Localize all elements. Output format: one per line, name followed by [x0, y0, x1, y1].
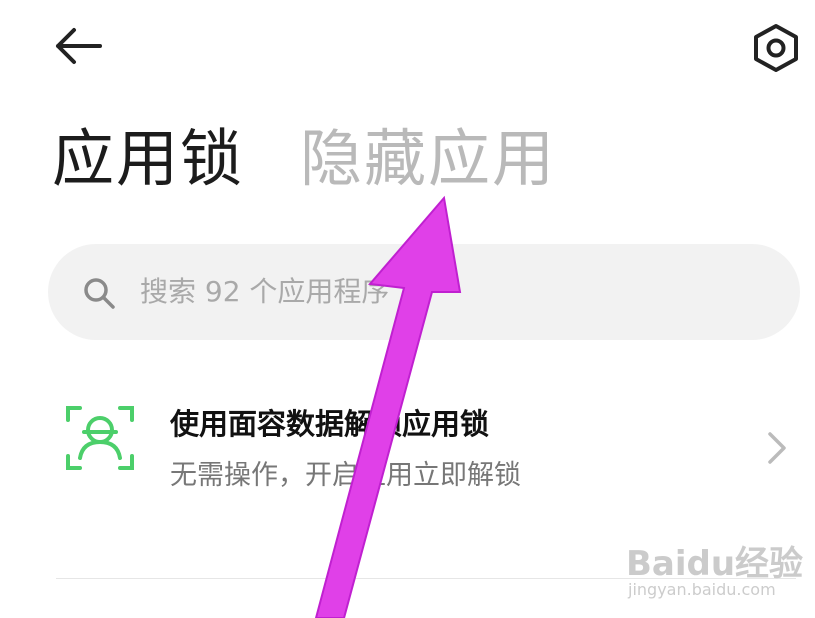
chevron-right-icon — [768, 432, 786, 464]
hexagon-gear-icon — [754, 24, 798, 72]
back-button[interactable] — [50, 24, 106, 68]
settings-button[interactable] — [748, 22, 804, 74]
face-unlock-subtitle: 无需操作，开启应用立即解锁 — [170, 460, 521, 491]
face-scan-icon — [66, 406, 134, 470]
watermark-url: jingyan.baidu.com — [628, 580, 776, 599]
search-input[interactable]: 搜索 92 个应用程序 — [48, 244, 800, 340]
tab-app-lock[interactable]: 应用锁 — [52, 118, 244, 200]
watermark: Baidu经验 jingyan.baidu.com — [626, 536, 806, 606]
search-icon — [84, 278, 115, 309]
search-placeholder: 搜索 92 个应用程序 — [140, 275, 390, 308]
tab-hidden-apps[interactable]: 隐藏应用 — [300, 118, 556, 200]
face-unlock-item[interactable]: 使用面容数据解锁应用锁 无需操作，开启应用立即解锁 — [50, 382, 810, 522]
arrow-left-icon — [56, 28, 102, 64]
watermark-logo: Baidu经验 — [626, 544, 804, 584]
face-unlock-title: 使用面容数据解锁应用锁 — [170, 407, 490, 441]
